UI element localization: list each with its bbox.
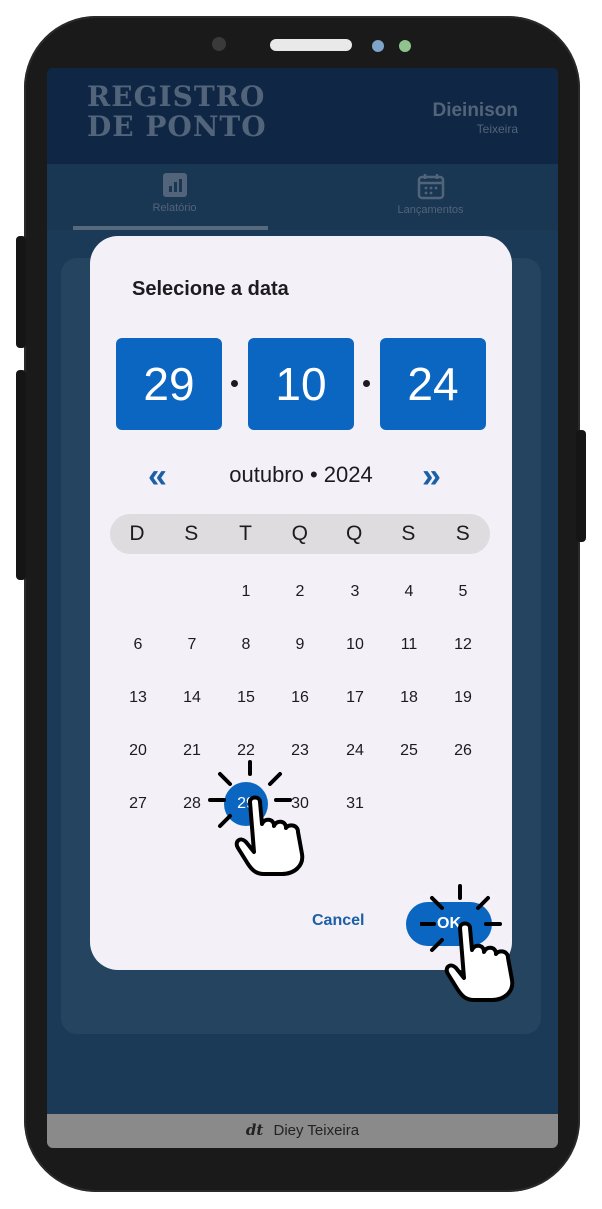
- sensor-dot-blue: [372, 40, 384, 52]
- tab-bar: Relatório Lançamentos: [47, 164, 558, 230]
- double-chevron-right-icon[interactable]: »: [422, 458, 441, 494]
- brand-line-2: DE PONTO: [87, 110, 267, 143]
- day-cell[interactable]: 17: [333, 676, 377, 720]
- day-cell[interactable]: 12: [441, 623, 485, 667]
- day-cell[interactable]: 11: [387, 623, 431, 667]
- day-cell[interactable]: 9: [278, 623, 322, 667]
- day-cell[interactable]: 27: [116, 782, 160, 826]
- month-field[interactable]: 10: [248, 338, 354, 430]
- day-cell[interactable]: 5: [441, 570, 485, 614]
- day-cell[interactable]: 1: [224, 570, 268, 614]
- day-cell[interactable]: 2: [278, 570, 322, 614]
- weekday-label: S: [401, 522, 416, 545]
- day-cell[interactable]: 6: [116, 623, 160, 667]
- day-cell[interactable]: 4: [387, 570, 431, 614]
- user-info: Dieinison Teixeira: [432, 100, 518, 136]
- footer-logo: dt: [245, 1121, 264, 1139]
- day-cell[interactable]: 7: [170, 623, 214, 667]
- day-cell[interactable]: 15: [224, 676, 268, 720]
- phone-side-button-left-1: [16, 236, 26, 348]
- date-separator: [231, 380, 238, 387]
- user-first-name: Dieinison: [432, 100, 518, 121]
- bar-chart-icon: [162, 173, 187, 197]
- day-cell[interactable]: 13: [116, 676, 160, 720]
- weekday-label: D: [129, 522, 145, 545]
- date-separator: [363, 380, 370, 387]
- day-field[interactable]: 29: [116, 338, 222, 430]
- app-logo: REGISTRO DE PONTO: [87, 82, 267, 142]
- sensor-dot-green: [399, 40, 411, 52]
- speaker-grille: [270, 39, 352, 51]
- front-camera: [212, 37, 226, 51]
- phone-side-button-right: [576, 430, 586, 542]
- tab-lancamentos-label: Lançamentos: [397, 204, 464, 216]
- tap-hand-icon: [208, 760, 305, 876]
- cancel-button[interactable]: Cancel: [312, 912, 364, 930]
- tab-relatorio-label: Relatório: [152, 202, 197, 214]
- dialog-title: Selecione a data: [132, 278, 289, 300]
- month-year-label: outubro • 2024: [229, 462, 373, 487]
- calendar-icon: [417, 174, 444, 200]
- footer-name: Diey Teixeira: [273, 1122, 360, 1139]
- phone-side-button-left-2: [16, 370, 26, 580]
- weekday-label: S: [455, 522, 470, 545]
- day-cell[interactable]: 10: [333, 623, 377, 667]
- active-tab-indicator: [73, 226, 268, 230]
- day-cell[interactable]: 25: [387, 729, 431, 773]
- day-cell[interactable]: 8: [224, 623, 268, 667]
- day-cell[interactable]: 3: [333, 570, 377, 614]
- day-cell[interactable]: 19: [441, 676, 485, 720]
- weekday-label: T: [239, 522, 252, 545]
- tab-relatorio[interactable]: Relatório: [47, 164, 302, 230]
- day-cell[interactable]: 16: [278, 676, 322, 720]
- app-footer: dt Diey Teixeira: [47, 1114, 558, 1148]
- tap-hand-icon: [420, 884, 515, 1002]
- day-cell[interactable]: 26: [441, 729, 485, 773]
- user-last-name: Teixeira: [476, 122, 518, 136]
- day-cell[interactable]: 18: [387, 676, 431, 720]
- day-cell[interactable]: 20: [116, 729, 160, 773]
- tab-lancamentos[interactable]: Lançamentos: [303, 164, 558, 230]
- day-cell[interactable]: 24: [333, 729, 377, 773]
- year-field[interactable]: 24: [380, 338, 486, 430]
- weekday-label: Q: [291, 522, 309, 545]
- day-cell[interactable]: 31: [333, 782, 377, 826]
- brand-line-1: REGISTRO: [87, 80, 266, 113]
- weekday-label: Q: [345, 522, 363, 545]
- app-header: REGISTRO DE PONTO Dieinison Teixeira: [47, 68, 558, 164]
- day-cell[interactable]: 14: [170, 676, 214, 720]
- weekday-label: S: [184, 522, 199, 545]
